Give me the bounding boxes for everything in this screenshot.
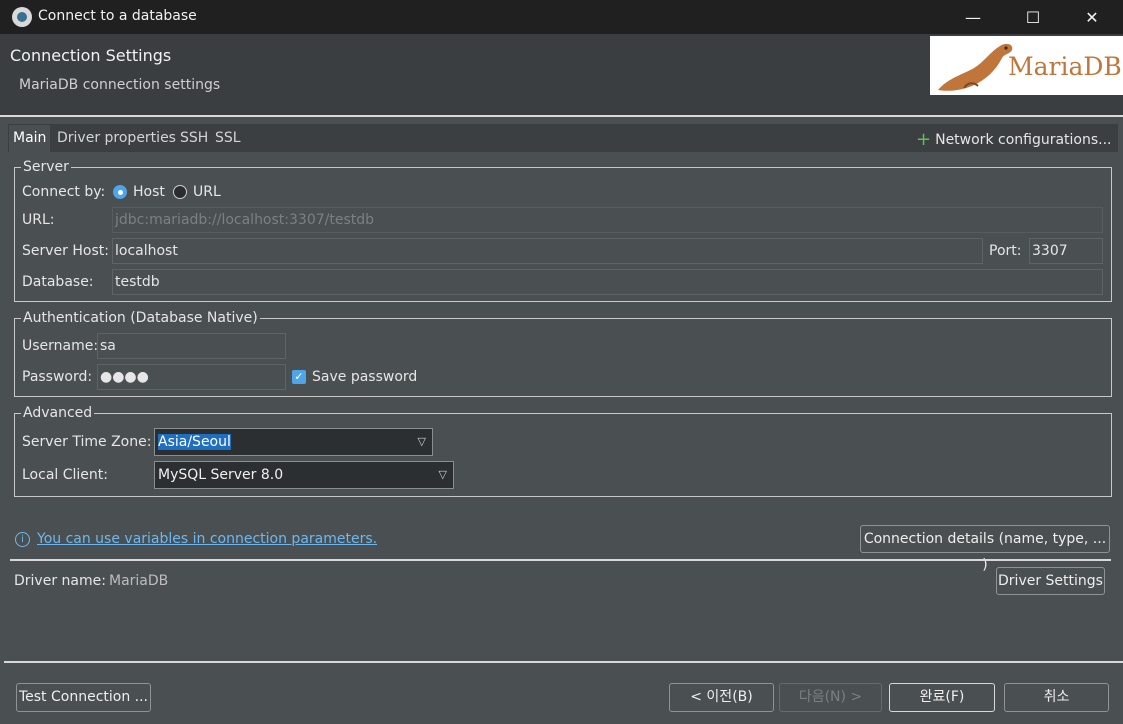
logo-text: MariaDB <box>1008 52 1122 81</box>
tab-driver-properties[interactable]: Driver properties <box>53 125 180 152</box>
maximize-button[interactable]: ☐ <box>1010 0 1056 34</box>
finish-button[interactable]: 완료(F) <box>889 683 995 712</box>
connection-details-button[interactable]: Connection details (name, type, ... ) <box>860 525 1110 573</box>
network-configurations-button[interactable]: + Network configurations... <box>916 129 1112 150</box>
driver-settings-button[interactable]: Driver Settings <box>996 567 1105 595</box>
driver-name-value: MariaDB <box>109 573 169 589</box>
lower-pane <box>4 601 1123 661</box>
server-time-zone-select[interactable]: Asia/Seoul ▽ <box>154 428 433 456</box>
password-label: Password: <box>22 369 93 385</box>
save-password-checkbox[interactable]: ✓ <box>292 370 306 384</box>
app-icon <box>12 7 32 27</box>
plus-icon: + <box>916 129 932 150</box>
port-field[interactable]: 3307 <box>1029 238 1103 264</box>
minimize-button[interactable]: — <box>950 0 996 34</box>
username-label: Username: <box>22 338 99 354</box>
database-label: Database: <box>22 274 94 290</box>
database-field[interactable]: testdb <box>112 269 1103 295</box>
server-time-zone-value: Asia/Seoul <box>158 434 231 450</box>
tab-main[interactable]: Main <box>9 125 51 152</box>
chevron-down-icon: ▽ <box>417 435 426 448</box>
url-label: URL: <box>22 212 55 228</box>
cancel-button[interactable]: 취소 <box>1004 683 1109 712</box>
driver-name-label: Driver name: <box>14 573 106 589</box>
chevron-down-icon: ▽ <box>438 468 447 481</box>
test-connection-button[interactable]: Test Connection ... <box>16 683 151 712</box>
back-button[interactable]: < 이전(B) <box>669 683 774 712</box>
next-button[interactable]: 다음(N) > <box>779 683 882 712</box>
mariadb-logo: MariaDB <box>930 36 1123 95</box>
authentication-legend: Authentication (Database Native) <box>21 310 260 326</box>
tab-ssl[interactable]: SSL <box>211 125 245 152</box>
host-radio-label: Host <box>133 184 165 200</box>
seal-icon <box>938 43 1013 91</box>
url-field[interactable]: jdbc:mariadb://localhost:3307/testdb <box>112 207 1103 233</box>
tab-ssh[interactable]: SSH <box>176 125 212 152</box>
server-host-field[interactable]: localhost <box>112 238 983 264</box>
local-client-label: Local Client: <box>22 467 108 483</box>
port-label: Port: <box>989 243 1022 259</box>
server-host-label: Server Host: <box>22 243 109 259</box>
page-subtitle: MariaDB connection settings <box>19 77 221 93</box>
url-radio-label: URL <box>193 184 221 200</box>
save-password-label: Save password <box>312 369 418 385</box>
server-time-zone-label: Server Time Zone: <box>22 434 152 450</box>
network-configurations-label: Network configurations... <box>935 132 1112 148</box>
variables-help-link[interactable]: You can use variables in connection para… <box>37 531 377 547</box>
host-radio[interactable] <box>113 185 127 199</box>
window-title: Connect to a database <box>38 8 197 24</box>
advanced-legend: Advanced <box>21 405 95 421</box>
connect-by-label: Connect by: <box>22 184 106 200</box>
server-legend: Server <box>21 159 71 175</box>
section-divider <box>10 559 1111 561</box>
close-button[interactable]: ✕ <box>1069 0 1115 34</box>
info-icon: i <box>15 532 30 547</box>
page-title: Connection Settings <box>10 46 172 65</box>
local-client-select[interactable]: MySQL Server 8.0 ▽ <box>154 461 454 489</box>
password-field[interactable]: ●●●● <box>97 364 286 390</box>
footer-divider <box>4 661 1123 663</box>
url-radio[interactable] <box>173 185 187 199</box>
local-client-value: MySQL Server 8.0 <box>158 467 284 483</box>
username-field[interactable]: sa <box>97 333 286 359</box>
